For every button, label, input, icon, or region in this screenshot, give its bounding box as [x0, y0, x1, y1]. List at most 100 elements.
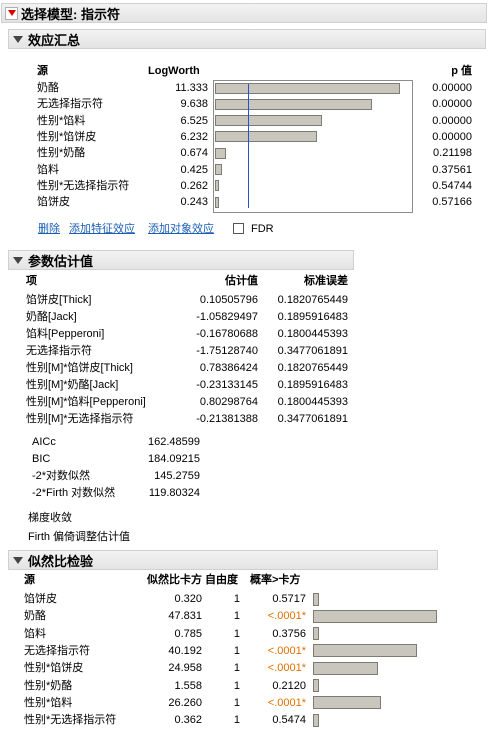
- logworth-bar: [215, 196, 219, 208]
- effect-logworth: 6.232: [180, 130, 208, 143]
- effect-summary-header[interactable]: 效应汇总: [8, 29, 486, 49]
- effect-source: 馅料: [37, 163, 59, 176]
- lr-prob: <.0001*: [267, 610, 306, 623]
- lr-df: 1: [233, 679, 240, 692]
- effect-pvalue: 0.54744: [432, 179, 472, 192]
- lr-source: 无选择指示符: [24, 644, 90, 657]
- lr-chisq: 40.192: [168, 644, 202, 657]
- effect-logworth: 9.638: [180, 98, 208, 111]
- effect-source: 馅饼皮: [37, 196, 70, 209]
- lr-chisq: 47.831: [168, 610, 202, 623]
- param-estimate: 0.80298764: [199, 396, 258, 408]
- red-triangle-menu-icon[interactable]: [5, 6, 18, 20]
- logworth-bar: [215, 115, 322, 127]
- chisq-bar: [313, 696, 382, 710]
- root-outline-header[interactable]: 选择模型: 指示符: [1, 3, 487, 23]
- effect-pvalue: 0.00000: [432, 114, 472, 127]
- column-header-estimate: 估计值: [225, 275, 258, 287]
- param-estimate: 0.10505796: [199, 294, 258, 306]
- effect-source: 性别*馅料: [37, 114, 86, 127]
- convergence-note: Firth 偏倚调整估计值: [28, 531, 131, 543]
- column-header-prob: 概率>卡方: [250, 574, 301, 586]
- column-header-source: 源: [37, 65, 48, 77]
- effect-logworth: 0.674: [180, 147, 208, 160]
- param-estimate: -1.75128740: [196, 345, 258, 357]
- fit-stat-label: -2*Firth 对数似然: [32, 487, 116, 499]
- reference-line: [247, 84, 249, 209]
- root-title: 选择模型: 指示符: [21, 6, 120, 22]
- chisq-bar: [313, 592, 319, 606]
- lr-df: 1: [233, 696, 240, 709]
- effect-source: 性别*馅饼皮: [37, 130, 97, 143]
- lr-prob: 0.3756: [272, 627, 306, 640]
- lr-chisq: 1.558: [174, 679, 202, 692]
- param-term: 奶酪[Jack]: [26, 311, 77, 323]
- effect-source: 无选择指示符: [37, 98, 103, 111]
- disclosure-icon[interactable]: [13, 256, 23, 264]
- effect-pvalue: 0.37561: [432, 163, 472, 176]
- lr-prob: <.0001*: [267, 662, 306, 675]
- chisq-bar: [313, 609, 437, 623]
- param-estimate: -0.16780688: [196, 328, 258, 340]
- fit-stat-label: -2*对数似然: [32, 470, 91, 482]
- logworth-bar: [215, 131, 317, 143]
- remove-link[interactable]: 删除: [38, 221, 60, 237]
- param-estimates-header[interactable]: 参数估计值: [8, 250, 354, 270]
- effect-pvalue: 0.00000: [432, 130, 472, 143]
- effect-source: 性别*奶酪: [37, 147, 86, 160]
- logworth-bar: [215, 98, 373, 110]
- chisq-bar: [313, 627, 319, 641]
- logworth-bar: [215, 147, 226, 159]
- lr-source: 馅料: [24, 627, 46, 640]
- disclosure-icon[interactable]: [13, 556, 23, 564]
- column-header-logworth: LogWorth: [148, 65, 200, 77]
- logworth-bar: [215, 180, 220, 192]
- fdr-checkbox[interactable]: [233, 223, 244, 234]
- param-term: 馅饼皮[Thick]: [26, 294, 92, 306]
- lr-source: 性别*奶酪: [24, 679, 73, 692]
- effect-pvalue: 0.57166: [432, 196, 472, 209]
- param-term: 性别[M]*无选择指示符: [26, 413, 134, 425]
- effect-logworth: 6.525: [180, 114, 208, 127]
- effect-logworth: 0.262: [180, 179, 208, 192]
- add-feature-effect-link[interactable]: 添加特征效应: [69, 221, 135, 237]
- lr-prob: 0.2120: [272, 679, 306, 692]
- chisq-bar: [313, 713, 319, 727]
- effect-pvalue: 0.00000: [432, 98, 472, 111]
- column-header-source: 源: [24, 574, 35, 586]
- chisq-bar: [313, 644, 418, 658]
- fit-stat-value: 145.2759: [154, 470, 200, 482]
- fit-stat-label: AICc: [32, 436, 56, 448]
- column-header-stderr: 标准误差: [304, 275, 348, 287]
- param-estimate: -0.21381388: [196, 413, 258, 425]
- effect-logworth: 11.333: [175, 82, 208, 94]
- fit-stat-value: 162.48599: [148, 436, 200, 448]
- param-stderr: 0.1895916483: [277, 379, 348, 391]
- logworth-bar: [215, 82, 401, 94]
- param-estimates-title: 参数估计值: [28, 253, 94, 269]
- lr-chisq: 0.785: [174, 627, 202, 640]
- lr-chisq: 0.362: [174, 714, 202, 727]
- effect-logworth: 0.243: [180, 196, 208, 209]
- lr-source: 奶酪: [24, 610, 46, 623]
- lr-tests-header[interactable]: 似然比检验: [8, 550, 438, 570]
- param-term: 性别[M]*馅料[Pepperoni]: [26, 396, 146, 408]
- param-stderr: 0.1800445393: [277, 328, 348, 340]
- fit-stat-value: 119.80324: [148, 487, 200, 499]
- chisq-bar: [313, 679, 319, 692]
- param-estimate: -0.23133145: [196, 379, 258, 391]
- param-stderr: 0.1800445393: [277, 396, 348, 408]
- lr-df: 1: [233, 714, 240, 727]
- add-subject-effect-link[interactable]: 添加对象效应: [148, 221, 214, 237]
- lr-prob: <.0001*: [267, 644, 306, 657]
- disclosure-icon[interactable]: [13, 35, 23, 43]
- lr-prob: 0.5474: [272, 714, 306, 727]
- param-estimate: 0.78386424: [199, 362, 258, 374]
- effect-pvalue: 0.00000: [432, 82, 472, 94]
- param-term: 性别[M]*馅饼皮[Thick]: [26, 362, 133, 374]
- param-estimate: -1.05829497: [196, 311, 258, 323]
- param-term: 无选择指示符: [26, 345, 92, 357]
- lr-chisq: 24.958: [168, 662, 202, 675]
- lr-source: 馅饼皮: [24, 593, 57, 605]
- effect-summary-title: 效应汇总: [28, 32, 81, 48]
